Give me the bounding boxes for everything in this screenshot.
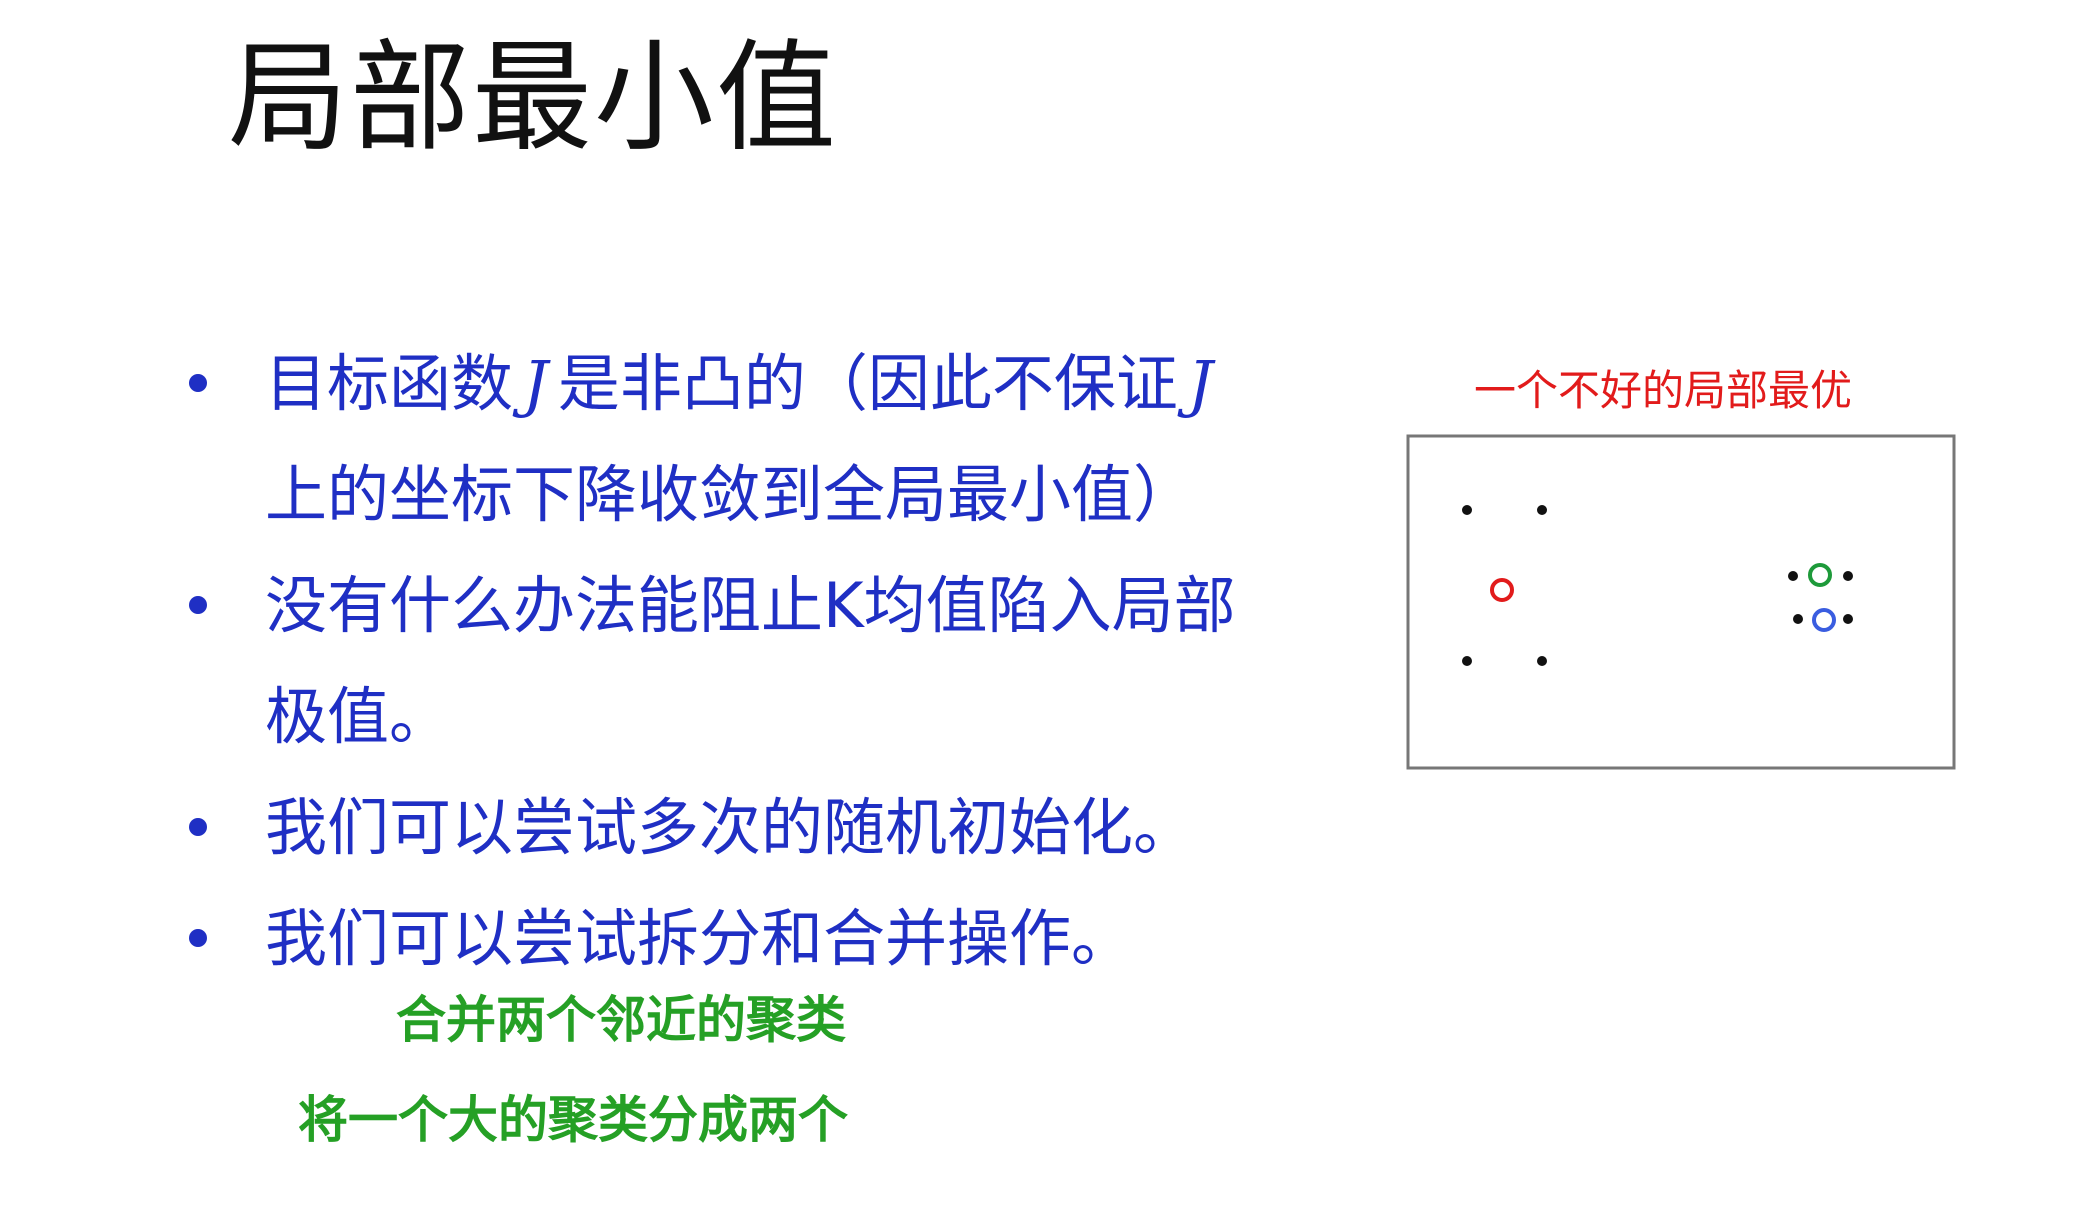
math-variable-j: J (523, 347, 548, 420)
slide-title: 局部最小值 (228, 29, 838, 168)
bullet-text-continued: 极值。 (265, 680, 452, 753)
bullet-item-split-merge: 我们可以尝试拆分和合并操作。 (180, 883, 1330, 994)
bullet-text: 没有什么办法能阻止K均值陷入局部 (265, 569, 1236, 642)
bullet-dot-icon (189, 929, 207, 947)
bullet-list: 目标函数 J 是非凸的（因此不保证 J 上的坐标下降收敛到全局最小值） 没有什么办法能… (180, 328, 1330, 994)
data-point (1793, 614, 1803, 624)
bullet-dot-icon (189, 818, 207, 836)
figure-frame (1406, 434, 1956, 770)
bullet-text: 我们可以尝试拆分和合并操作。 (265, 902, 1134, 975)
bullet-dot-icon (189, 374, 207, 392)
data-point (1537, 656, 1547, 666)
note-merge: 合并两个邻近的聚类 (396, 991, 846, 1049)
data-point (1537, 505, 1547, 515)
bullet-text: 是非凸的（因此不保证 (557, 347, 1178, 420)
math-variable-j: J (1187, 347, 1213, 420)
data-point (1843, 614, 1853, 624)
note-split: 将一个大的聚类分成两个 (298, 1091, 848, 1149)
bullet-text-continued: 上的坐标下降收敛到全局最小值） (265, 458, 1196, 531)
data-point (1788, 571, 1798, 581)
data-point (1462, 505, 1472, 515)
data-point (1462, 656, 1472, 666)
bullet-item-nonconvex: 目标函数 J 是非凸的（因此不保证 J 上的坐标下降收敛到全局最小值） (180, 328, 1330, 550)
bad-local-optimum-figure (1406, 434, 1956, 770)
slide: 局部最小值 目标函数 J 是非凸的（因此不保证 J 上的坐标下降收敛到全局最小值） 没… (0, 0, 2090, 1210)
bullet-text: 目标函数 (265, 347, 514, 420)
figure-caption: 一个不好的局部最优 (1474, 366, 1853, 415)
bullet-text: 我们可以尝试多次的随机初始化。 (265, 791, 1196, 864)
bullet-item-random-init: 我们可以尝试多次的随机初始化。 (180, 772, 1330, 883)
bullet-item-no-prevention: 没有什么办法能阻止K均值陷入局部 极值。 (180, 550, 1330, 772)
bullet-dot-icon (189, 596, 207, 614)
data-point (1843, 571, 1853, 581)
